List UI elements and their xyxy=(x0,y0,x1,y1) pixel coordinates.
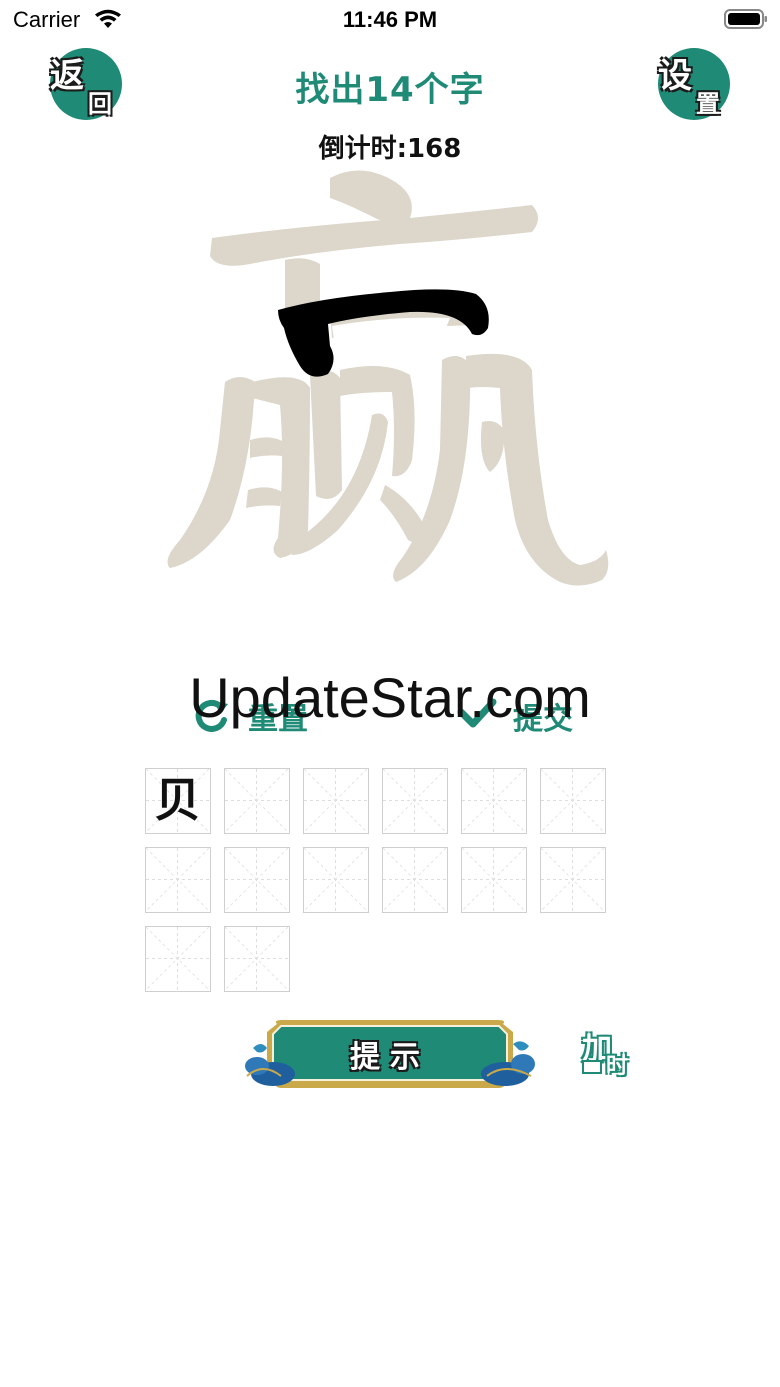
answer-slot-char xyxy=(225,769,288,832)
answer-slot[interactable] xyxy=(224,768,290,834)
answer-slot-char xyxy=(383,848,446,911)
page-title: 找出14个字 xyxy=(295,70,485,110)
watermark-text: UpdateStar.com xyxy=(189,666,591,729)
answer-slot-char xyxy=(383,769,446,832)
answer-slot[interactable] xyxy=(145,847,211,913)
answer-slot-char xyxy=(462,848,525,911)
answer-slot-char xyxy=(462,769,525,832)
answer-slot[interactable] xyxy=(303,847,369,913)
answer-slot-char xyxy=(146,848,209,911)
answer-slot-char xyxy=(225,848,288,911)
answer-slot[interactable] xyxy=(540,768,606,834)
add-time-label-bottom: 时 xyxy=(606,1053,629,1079)
character-strokes-base xyxy=(167,170,609,586)
video-icon xyxy=(582,1060,602,1074)
answer-slot[interactable] xyxy=(461,847,527,913)
answer-slot-char xyxy=(304,848,367,911)
answer-slot-char xyxy=(304,769,367,832)
puzzle-character[interactable] xyxy=(160,160,620,600)
status-time: 11:46 PM xyxy=(342,7,438,32)
answer-slot[interactable] xyxy=(382,768,448,834)
answer-slot-char xyxy=(541,769,604,832)
answer-slot-char xyxy=(146,927,209,990)
battery-icon xyxy=(724,9,767,29)
answer-slot[interactable] xyxy=(461,768,527,834)
answer-slot[interactable]: 贝 xyxy=(145,768,211,834)
answer-grid: 贝 xyxy=(145,768,615,998)
answer-slot[interactable] xyxy=(303,768,369,834)
status-bar: Carrier 11:46 PM xyxy=(0,0,780,40)
answer-slot[interactable] xyxy=(540,847,606,913)
answer-slot-char xyxy=(541,848,604,911)
answer-slot-char xyxy=(225,927,288,990)
answer-slot[interactable] xyxy=(145,926,211,992)
hint-button[interactable]: 提示 xyxy=(243,1018,537,1090)
add-time-button[interactable]: 加 时 xyxy=(580,1024,636,1080)
answer-slot[interactable] xyxy=(382,847,448,913)
answer-slot-char: 贝 xyxy=(154,773,201,827)
hint-label: 提示 xyxy=(350,1040,430,1075)
answer-slot[interactable] xyxy=(224,926,290,992)
answer-slot[interactable] xyxy=(224,847,290,913)
